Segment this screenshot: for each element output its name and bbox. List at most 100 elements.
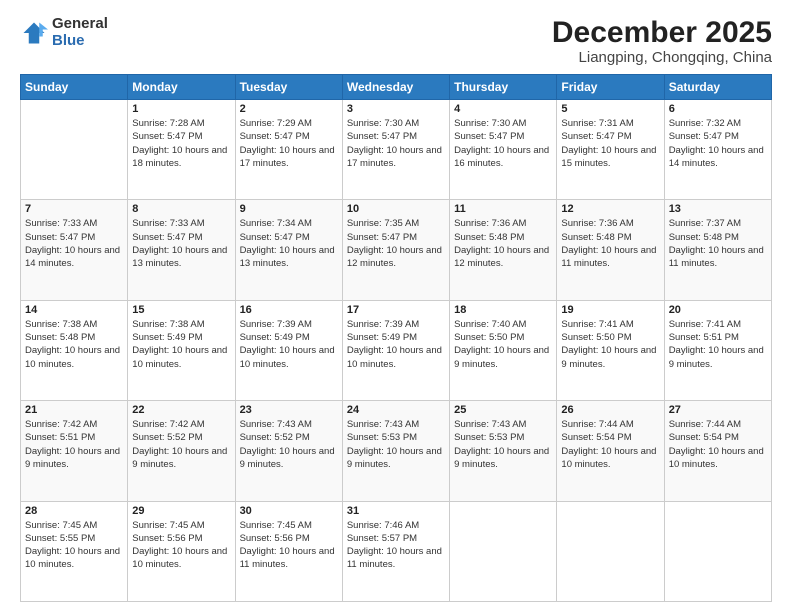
day-number: 17 xyxy=(347,304,445,316)
day-info: Sunrise: 7:33 AMSunset: 5:47 PMDaylight:… xyxy=(132,217,230,270)
calendar-cell: 10 Sunrise: 7:35 AMSunset: 5:47 PMDayligh… xyxy=(342,200,449,300)
title-block: December 2025 Liangping, Chongqing, Chin… xyxy=(552,16,772,66)
day-info: Sunrise: 7:44 AMSunset: 5:54 PMDaylight:… xyxy=(561,418,659,471)
calendar-cell: 8Sunrise: 7:33 AMSunset: 5:47 PMDaylight… xyxy=(128,200,235,300)
day-number: 4 xyxy=(454,103,552,115)
day-number: 20 xyxy=(669,304,767,316)
day-info: Sunrise: 7:29 AMSunset: 5:47 PMDaylight:… xyxy=(240,117,338,170)
day-number: 30 xyxy=(240,505,338,517)
calendar-cell: 12 Sunrise: 7:36 AMSunset: 5:48 PMDayligh… xyxy=(557,200,664,300)
week-row-2: 14 Sunrise: 7:38 AMSunset: 5:48 PMDayligh… xyxy=(21,300,772,400)
day-info: Sunrise: 7:42 AMSunset: 5:51 PMDaylight:… xyxy=(25,418,123,471)
calendar-cell: 2 Sunrise: 7:29 AMSunset: 5:47 PMDaylight… xyxy=(235,100,342,200)
logo-text: General Blue xyxy=(52,16,108,49)
day-info: Sunrise: 7:45 AMSunset: 5:56 PMDaylight:… xyxy=(240,519,338,572)
logo-general-text: General xyxy=(52,16,108,33)
day-number: 31 xyxy=(347,505,445,517)
day-info: Sunrise: 7:43 AMSunset: 5:53 PMDaylight:… xyxy=(347,418,445,471)
day-info: Sunrise: 7:40 AMSunset: 5:50 PMDaylight:… xyxy=(454,318,552,371)
day-info: Sunrise: 7:34 AMSunset: 5:47 PMDaylight:… xyxy=(240,217,338,270)
calendar-cell: 27Sunrise: 7:44 AMSunset: 5:54 PMDayligh… xyxy=(664,401,771,501)
day-number: 9 xyxy=(240,203,338,215)
calendar-cell: 22 Sunrise: 7:42 AMSunset: 5:52 PMDayligh… xyxy=(128,401,235,501)
day-number: 7 xyxy=(25,203,123,215)
calendar-cell: 29Sunrise: 7:45 AMSunset: 5:56 PMDayligh… xyxy=(128,501,235,601)
calendar-cell: 15 Sunrise: 7:38 AMSunset: 5:49 PMDayligh… xyxy=(128,300,235,400)
day-info: Sunrise: 7:43 AMSunset: 5:52 PMDaylight:… xyxy=(240,418,338,471)
calendar-cell: 1 Sunrise: 7:28 AMSunset: 5:47 PMDaylight… xyxy=(128,100,235,200)
calendar-cell: 17 Sunrise: 7:39 AMSunset: 5:49 PMDayligh… xyxy=(342,300,449,400)
day-info: Sunrise: 7:43 AMSunset: 5:53 PMDaylight:… xyxy=(454,418,552,471)
calendar-cell: 25 Sunrise: 7:43 AMSunset: 5:53 PMDayligh… xyxy=(450,401,557,501)
day-number: 16 xyxy=(240,304,338,316)
day-info: Sunrise: 7:35 AMSunset: 5:47 PMDaylight:… xyxy=(347,217,445,270)
calendar-cell: 4 Sunrise: 7:30 AMSunset: 5:47 PMDaylight… xyxy=(450,100,557,200)
calendar-cell xyxy=(450,501,557,601)
subtitle: Liangping, Chongqing, China xyxy=(552,49,772,66)
day-number: 1 xyxy=(132,103,230,115)
day-info: Sunrise: 7:39 AMSunset: 5:49 PMDaylight:… xyxy=(347,318,445,371)
day-info: Sunrise: 7:44 AMSunset: 5:54 PMDaylight:… xyxy=(669,418,767,471)
day-info: Sunrise: 7:37 AMSunset: 5:48 PMDaylight:… xyxy=(669,217,767,270)
calendar-cell xyxy=(664,501,771,601)
day-info: Sunrise: 7:36 AMSunset: 5:48 PMDaylight:… xyxy=(454,217,552,270)
week-row-0: 1 Sunrise: 7:28 AMSunset: 5:47 PMDaylight… xyxy=(21,100,772,200)
logo-blue-text: Blue xyxy=(52,33,108,50)
day-number: 23 xyxy=(240,404,338,416)
day-number: 28 xyxy=(25,505,123,517)
day-number: 24 xyxy=(347,404,445,416)
calendar-table: Sunday Monday Tuesday Wednesday Thursday… xyxy=(20,74,772,602)
day-info: Sunrise: 7:45 AMSunset: 5:55 PMDaylight:… xyxy=(25,519,123,572)
week-row-3: 21 Sunrise: 7:42 AMSunset: 5:51 PMDayligh… xyxy=(21,401,772,501)
day-info: Sunrise: 7:38 AMSunset: 5:48 PMDaylight:… xyxy=(25,318,123,371)
day-number: 15 xyxy=(132,304,230,316)
calendar-cell: 26 Sunrise: 7:44 AMSunset: 5:54 PMDayligh… xyxy=(557,401,664,501)
day-number: 25 xyxy=(454,404,552,416)
calendar-cell xyxy=(21,100,128,200)
day-info: Sunrise: 7:39 AMSunset: 5:49 PMDaylight:… xyxy=(240,318,338,371)
day-number: 22 xyxy=(132,404,230,416)
calendar-cell: 19Sunrise: 7:41 AMSunset: 5:50 PMDayligh… xyxy=(557,300,664,400)
calendar-cell: 31 Sunrise: 7:46 AMSunset: 5:57 PMDayligh… xyxy=(342,501,449,601)
day-number: 18 xyxy=(454,304,552,316)
col-friday: Friday xyxy=(557,75,664,100)
day-number: 29 xyxy=(132,505,230,517)
day-number: 2 xyxy=(240,103,338,115)
day-number: 14 xyxy=(25,304,123,316)
col-tuesday: Tuesday xyxy=(235,75,342,100)
calendar-cell xyxy=(557,501,664,601)
day-number: 6 xyxy=(669,103,767,115)
page: General Blue December 2025 Liangping, Ch… xyxy=(0,0,792,612)
day-number: 5 xyxy=(561,103,659,115)
calendar-cell: 24 Sunrise: 7:43 AMSunset: 5:53 PMDayligh… xyxy=(342,401,449,501)
day-info: Sunrise: 7:33 AMSunset: 5:47 PMDaylight:… xyxy=(25,217,123,270)
day-number: 10 xyxy=(347,203,445,215)
day-info: Sunrise: 7:30 AMSunset: 5:47 PMDaylight:… xyxy=(454,117,552,170)
day-info: Sunrise: 7:30 AMSunset: 5:47 PMDaylight:… xyxy=(347,117,445,170)
week-row-4: 28 Sunrise: 7:45 AMSunset: 5:55 PMDayligh… xyxy=(21,501,772,601)
calendar-cell: 5Sunrise: 7:31 AMSunset: 5:47 PMDaylight… xyxy=(557,100,664,200)
day-info: Sunrise: 7:28 AMSunset: 5:47 PMDaylight:… xyxy=(132,117,230,170)
day-number: 26 xyxy=(561,404,659,416)
calendar-cell: 13 Sunrise: 7:37 AMSunset: 5:48 PMDayligh… xyxy=(664,200,771,300)
day-number: 19 xyxy=(561,304,659,316)
col-wednesday: Wednesday xyxy=(342,75,449,100)
calendar-cell: 7 Sunrise: 7:33 AMSunset: 5:47 PMDaylight… xyxy=(21,200,128,300)
day-info: Sunrise: 7:38 AMSunset: 5:49 PMDaylight:… xyxy=(132,318,230,371)
calendar-cell: 14 Sunrise: 7:38 AMSunset: 5:48 PMDayligh… xyxy=(21,300,128,400)
calendar-header-row: Sunday Monday Tuesday Wednesday Thursday… xyxy=(21,75,772,100)
day-number: 12 xyxy=(561,203,659,215)
calendar-cell: 18 Sunrise: 7:40 AMSunset: 5:50 PMDayligh… xyxy=(450,300,557,400)
calendar-cell: 28 Sunrise: 7:45 AMSunset: 5:55 PMDayligh… xyxy=(21,501,128,601)
logo: General Blue xyxy=(20,16,108,49)
col-saturday: Saturday xyxy=(664,75,771,100)
day-number: 13 xyxy=(669,203,767,215)
day-info: Sunrise: 7:41 AMSunset: 5:51 PMDaylight:… xyxy=(669,318,767,371)
col-sunday: Sunday xyxy=(21,75,128,100)
day-info: Sunrise: 7:46 AMSunset: 5:57 PMDaylight:… xyxy=(347,519,445,572)
day-number: 21 xyxy=(25,404,123,416)
day-info: Sunrise: 7:32 AMSunset: 5:47 PMDaylight:… xyxy=(669,117,767,170)
col-monday: Monday xyxy=(128,75,235,100)
day-info: Sunrise: 7:36 AMSunset: 5:48 PMDaylight:… xyxy=(561,217,659,270)
day-info: Sunrise: 7:42 AMSunset: 5:52 PMDaylight:… xyxy=(132,418,230,471)
